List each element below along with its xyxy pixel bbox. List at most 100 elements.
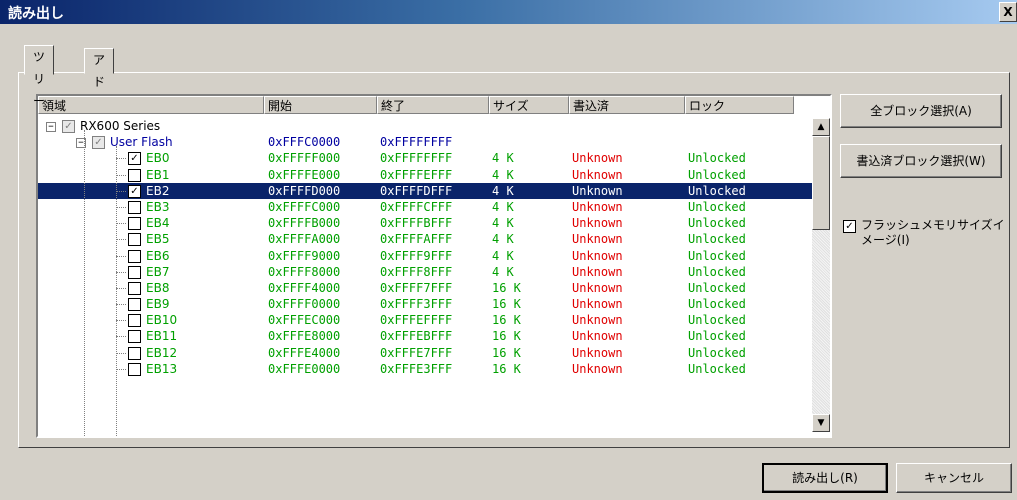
block-end: 0xFFFFDFFF bbox=[380, 183, 453, 198]
tree-connector bbox=[116, 352, 126, 354]
block-start: 0xFFFE0000 bbox=[268, 361, 341, 376]
block-row[interactable]: EB7 0xFFFF8000 0xFFFF8FFF 4 K Unknown Unlocke… bbox=[38, 264, 812, 280]
block-row[interactable]: EB5 0xFFFFA000 0xFFFFAFFF 4 K Unknown Unlocke… bbox=[38, 231, 812, 247]
block-size: 16 K bbox=[492, 280, 521, 295]
block-size: 4 K bbox=[492, 232, 514, 247]
block-row[interactable]: EB10 0xFFFEC000 0xFFFEFFFF 16 K Unknown Unloc… bbox=[38, 312, 812, 328]
tab-address[interactable]: アドレス bbox=[84, 48, 115, 133]
block-start: 0xFFFF4000 bbox=[268, 280, 341, 295]
scroll-thumb[interactable] bbox=[812, 136, 830, 230]
block-checkbox[interactable] bbox=[128, 346, 141, 360]
flash-size-image-label: フラッシュメモリサイズイメージ(I) bbox=[861, 218, 1005, 247]
block-name: EB3 bbox=[146, 199, 170, 214]
block-checkbox[interactable] bbox=[128, 330, 141, 344]
block-row[interactable]: EB11 0xFFFE8000 0xFFFEBFFF 16 K Unknown Unloc… bbox=[38, 328, 812, 344]
block-row[interactable]: EB8 0xFFFF4000 0xFFFF7FFF 16 K Unknown Unlock… bbox=[38, 280, 812, 296]
block-lock: Unlocked bbox=[688, 280, 746, 295]
tree-connector bbox=[116, 368, 126, 370]
select-written-blocks-button[interactable]: 書込済ブロック選択(W) bbox=[840, 144, 1002, 178]
block-checkbox[interactable] bbox=[128, 249, 141, 263]
block-tree-list[interactable]: 領域 開始 終了 サイズ 書込済 ロック − ✓ RX600 Series − ✓ Use… bbox=[36, 94, 832, 438]
column-size[interactable]: サイズ bbox=[489, 96, 569, 114]
read-button[interactable]: 読み出し(R) bbox=[762, 463, 888, 493]
block-checkbox[interactable] bbox=[128, 200, 141, 214]
block-written: Unknown bbox=[572, 167, 623, 182]
block-start: 0xFFFE8000 bbox=[268, 329, 341, 344]
tree-connector bbox=[116, 271, 126, 273]
block-size: 4 K bbox=[492, 199, 514, 214]
block-written: Unknown bbox=[572, 183, 623, 198]
group-checkbox[interactable]: ✓ bbox=[92, 136, 105, 150]
block-size: 16 K bbox=[492, 361, 521, 376]
column-region[interactable]: 領域 bbox=[38, 96, 264, 114]
block-row[interactable]: EB12 0xFFFE4000 0xFFFE7FFF 16 K Unknown Unloc… bbox=[38, 345, 812, 361]
block-name: EB0 bbox=[146, 151, 170, 166]
block-checkbox[interactable] bbox=[128, 265, 141, 279]
tree-connector bbox=[116, 287, 126, 289]
block-checkbox[interactable] bbox=[128, 233, 141, 247]
block-checkbox[interactable]: ✓ bbox=[128, 184, 141, 198]
scroll-down-arrow-icon[interactable]: ▼ bbox=[812, 414, 830, 432]
block-written: Unknown bbox=[572, 297, 623, 312]
block-row[interactable]: EB13 0xFFFE0000 0xFFFE3FFF 16 K Unknown Unloc… bbox=[38, 361, 812, 377]
column-lock[interactable]: ロック bbox=[685, 96, 794, 114]
block-checkbox[interactable] bbox=[128, 314, 141, 328]
block-written: Unknown bbox=[572, 248, 623, 263]
column-start[interactable]: 開始 bbox=[264, 96, 377, 114]
column-header: 領域 開始 終了 サイズ 書込済 ロック bbox=[38, 96, 794, 116]
tree-group-row[interactable]: − ✓ User Flash 0xFFFC0000 0xFFFFFFFF bbox=[38, 134, 812, 150]
block-written: Unknown bbox=[572, 313, 623, 328]
flash-size-image-checkbox[interactable]: ✓ bbox=[843, 220, 856, 233]
block-name: EB2 bbox=[146, 183, 170, 198]
scroll-up-arrow-icon[interactable]: ▲ bbox=[812, 118, 830, 136]
block-lock: Unlocked bbox=[688, 329, 746, 344]
group-label: User Flash bbox=[110, 135, 173, 150]
collapse-icon[interactable]: − bbox=[46, 122, 56, 132]
tree-root-row[interactable]: − ✓ RX600 Series bbox=[38, 118, 812, 134]
block-start: 0xFFFFF000 bbox=[268, 151, 341, 166]
block-end: 0xFFFE3FFF bbox=[380, 361, 453, 376]
tree-rows: − ✓ RX600 Series − ✓ User Flash 0xFFFC0000 0xFF… bbox=[38, 118, 812, 436]
block-written: Unknown bbox=[572, 361, 623, 376]
block-written: Unknown bbox=[572, 280, 623, 295]
cancel-button[interactable]: キャンセル bbox=[896, 463, 1012, 493]
block-name: EB11 bbox=[146, 329, 178, 344]
block-end: 0xFFFF8FFF bbox=[380, 264, 453, 279]
block-name: EB8 bbox=[146, 280, 170, 295]
group-start: 0xFFFC0000 bbox=[268, 135, 341, 150]
block-name: EB12 bbox=[146, 345, 178, 360]
block-row[interactable]: ✓ EB2 0xFFFFD000 0xFFFFDFFF 4 K Unknown Unlock… bbox=[38, 182, 812, 199]
tab-tree[interactable]: ツリー bbox=[24, 45, 55, 108]
block-checkbox[interactable] bbox=[128, 168, 141, 182]
block-written: Unknown bbox=[572, 151, 623, 166]
block-lock: Unlocked bbox=[688, 216, 746, 231]
block-row[interactable]: EB3 0xFFFFC000 0xFFFFCFFF 4 K Unknown Unlocke… bbox=[38, 199, 812, 215]
block-end: 0xFFFEFFFF bbox=[380, 313, 453, 328]
block-checkbox[interactable] bbox=[128, 298, 141, 312]
tree-connector bbox=[116, 255, 126, 257]
block-checkbox[interactable] bbox=[128, 281, 141, 295]
block-row[interactable]: ✓ EB0 0xFFFFF000 0xFFFFFFFF 4 K Unknown Unlock… bbox=[38, 150, 812, 166]
block-size: 16 K bbox=[492, 313, 521, 328]
block-row[interactable]: EB6 0xFFFF9000 0xFFFF9FFF 4 K Unknown Unlocke… bbox=[38, 248, 812, 264]
block-checkbox[interactable] bbox=[128, 362, 141, 376]
block-lock: Unlocked bbox=[688, 183, 746, 198]
close-button[interactable]: X bbox=[999, 2, 1017, 22]
block-start: 0xFFFFE000 bbox=[268, 167, 341, 182]
tree-connector bbox=[116, 304, 126, 306]
vertical-scrollbar[interactable]: ▲ ▼ bbox=[812, 118, 830, 432]
root-checkbox[interactable]: ✓ bbox=[62, 120, 75, 133]
column-end[interactable]: 終了 bbox=[377, 96, 489, 114]
block-checkbox[interactable]: ✓ bbox=[128, 152, 141, 166]
block-start: 0xFFFE4000 bbox=[268, 345, 341, 360]
block-row[interactable]: EB1 0xFFFFE000 0xFFFFEFFF 4 K Unknown Unlocke… bbox=[38, 167, 812, 183]
block-row[interactable]: EB4 0xFFFFB000 0xFFFFBFFF 4 K Unknown Unlocke… bbox=[38, 215, 812, 231]
column-written[interactable]: 書込済 bbox=[569, 96, 685, 114]
block-written: Unknown bbox=[572, 216, 623, 231]
block-row[interactable]: EB9 0xFFFF0000 0xFFFF3FFF 16 K Unknown Unlock… bbox=[38, 296, 812, 312]
select-all-blocks-button[interactable]: 全ブロック選択(A) bbox=[840, 94, 1002, 128]
block-size: 16 K bbox=[492, 345, 521, 360]
block-name: EB7 bbox=[146, 264, 170, 279]
tree-connector bbox=[116, 239, 126, 241]
block-checkbox[interactable] bbox=[128, 217, 141, 231]
